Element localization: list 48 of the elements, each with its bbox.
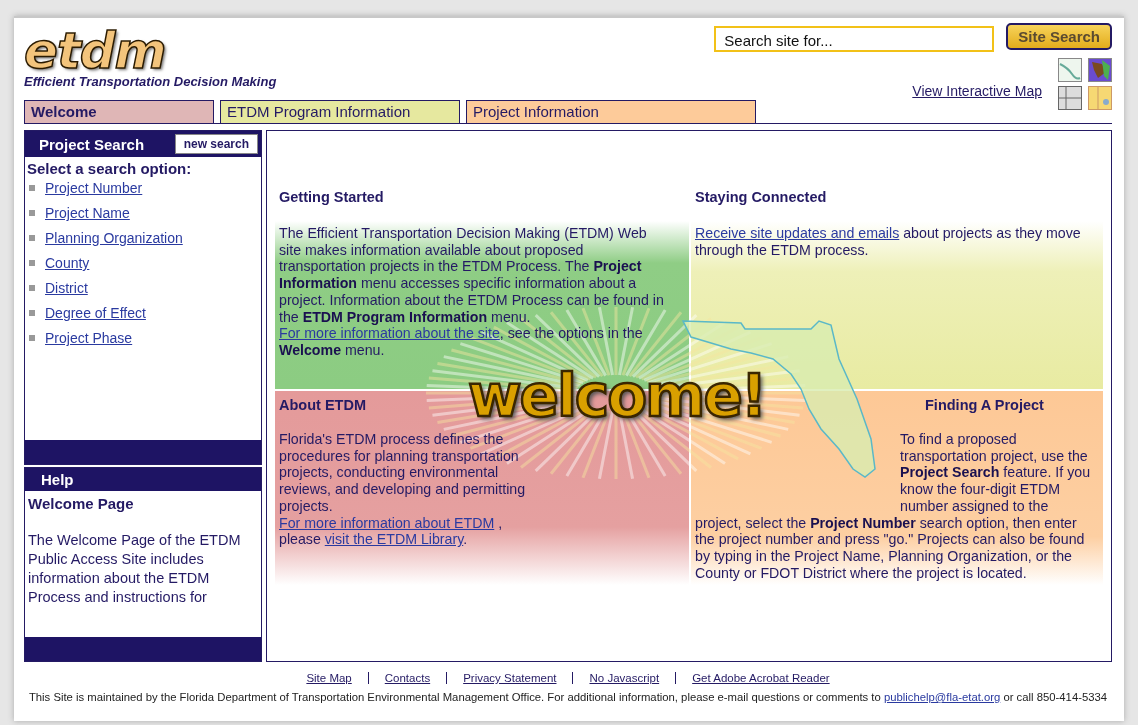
map-thumbnail-icon[interactable]: [1058, 58, 1082, 82]
text-link[interactable]: Receive site updates and emails: [695, 225, 900, 241]
section-heading: Finding A Project: [925, 397, 1044, 413]
text-link[interactable]: publichelp@fla-etat.org: [883, 691, 1001, 703]
section-text: The Efficient Transportation Decision Making (ETDM) Web site makes information available about proposed transportation projects in the ETDM Process. The Project Information menu accesses specific information about a project. Information about the ETDM Process can be found in the ETDM Program Information menu. For more information about the site, see the options in the Welcome menu.: [279, 225, 665, 359]
bullet-icon: [29, 310, 35, 316]
map-thumbnail-icon[interactable]: [1088, 58, 1112, 82]
new-search-button[interactable]: new search: [174, 134, 258, 154]
search-option-link[interactable]: Project Phase: [45, 330, 133, 346]
search-option-link[interactable]: District: [45, 280, 88, 296]
search-option-link[interactable]: County: [45, 255, 90, 271]
map-thumbnail-icon[interactable]: [1058, 86, 1082, 110]
section-text: Receive site updates and emails about projects as they move through the ETDM process.: [695, 225, 1082, 259]
bullet-icon: [29, 210, 35, 216]
nav-tab[interactable]: ETDM Program Information: [220, 100, 460, 123]
help-header: Help: [25, 468, 261, 491]
section-text: To find a proposed transportation project, use the Project Search feature. If you know the four-digit ETDM number assigned to the project, select the Project Number search option, then enter the project number and press "go." Projects can also be found by typing in the Project Name, Planning Organization, or the County or FDOT District where the project is located.: [695, 431, 1092, 582]
search-prompt: Select a search option:: [26, 159, 193, 179]
text-link[interactable]: For more information about the site: [279, 325, 500, 342]
section-heading: About ETDM: [279, 397, 366, 413]
footer-link[interactable]: Privacy Statement: [446, 672, 573, 684]
sidebar-title: Project Search: [39, 135, 145, 153]
search-option-link[interactable]: Project Number: [45, 180, 143, 196]
search-option-link[interactable]: Project Name: [45, 205, 130, 221]
map-thumbnail-icon[interactable]: [1088, 86, 1112, 110]
site-search-button[interactable]: Site Search: [1006, 22, 1112, 50]
search-option-link[interactable]: Degree of Effect: [45, 305, 146, 321]
etdm-logo: etdm: [24, 26, 166, 76]
footer-link[interactable]: No Javascript: [572, 672, 676, 684]
search-option-link[interactable]: Planning Organization: [45, 230, 183, 246]
footer-link[interactable]: Contacts: [367, 672, 447, 684]
footer-link[interactable]: Get Adobe Acrobat Reader: [675, 672, 846, 684]
nav-tab[interactable]: Project Information: [466, 100, 756, 123]
section-text: Florida's ETDM process defines the procedures for planning transportation projects, conducting environmental reviews, and developing and permitting projects. For more information about ETDM , please visit the ETDM Library.: [279, 431, 527, 548]
text-link[interactable]: For more information about ETDM: [279, 514, 495, 531]
bullet-icon: [29, 235, 35, 241]
map-link[interactable]: View Interactive Map: [912, 83, 1042, 99]
bullet-icon: [29, 335, 35, 341]
nav-tab[interactable]: Welcome: [24, 100, 214, 123]
bullet-icon: [29, 285, 35, 291]
help-heading: Welcome Page: [28, 495, 135, 512]
footer-link[interactable]: Site Map: [290, 672, 368, 684]
search-field[interactable]: Search site for...: [714, 26, 995, 52]
bullet-icon: [29, 260, 35, 266]
footer-notice: This Site is maintained by the Florida Department of Transportation Environmental Management Office. For additional information, please e-mail questions or comments to publichelp@fla-etat.org or call 850-414-5334: [28, 690, 1108, 705]
logo-tagline: Efficient Transportation Decision Making: [24, 74, 277, 89]
help-text: The Welcome Page of the ETDM Public Access Site includes information about the ETDM Process and instructions for: [28, 531, 242, 607]
bullet-icon: [29, 185, 35, 191]
